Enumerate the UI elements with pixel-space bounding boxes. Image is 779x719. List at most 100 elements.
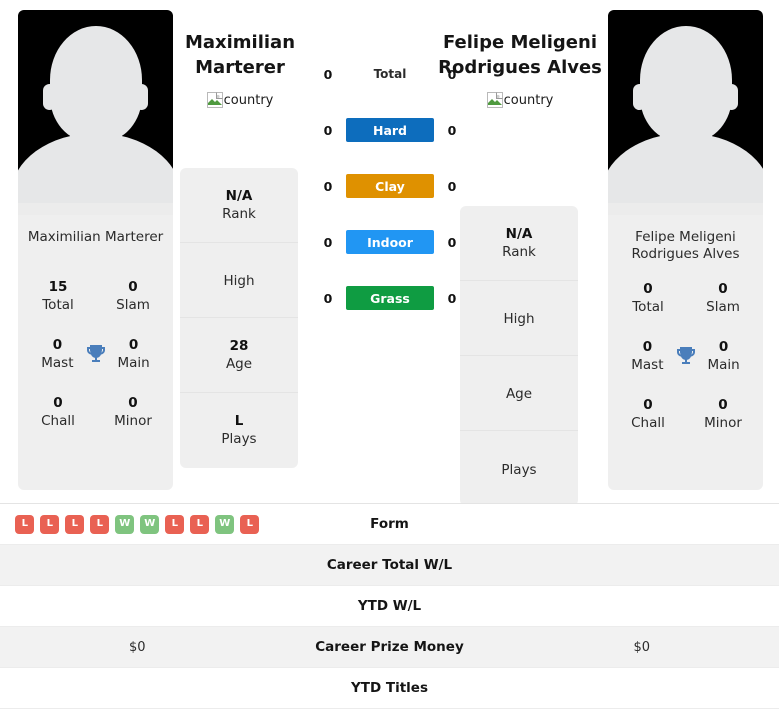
form-badge-loss: L [190, 514, 210, 534]
titles-grid-left: 15 Total 0 Slam 0 Mast 0 Main 0 Chall 0 … [18, 263, 173, 490]
career-prize-money-left: $0 [128, 639, 146, 655]
comparison-header: Maximilian Marterer 15 Total 0 Slam 0 Ma… [0, 0, 779, 506]
surface-count-right: 0 [447, 234, 457, 250]
titles-cell-total-left: 15 Total [32, 279, 84, 314]
info-label: Age [505, 386, 533, 402]
titles-row: 0 Mast 0 Main [18, 325, 173, 383]
titles-label: Main [117, 354, 150, 371]
titles-value: 0 [643, 280, 653, 297]
titles-value: 0 [643, 396, 653, 413]
titles-cell-main-right: 0 Main [698, 339, 749, 374]
titles-cell-chall-right: 0 Chall [622, 397, 674, 432]
comparison-table: LLLLWWLLWL Form Career Total W/L YTD W/L… [0, 503, 779, 709]
info-cell-plays-left: L Plays [180, 393, 298, 468]
form-badge-loss: L [240, 514, 260, 534]
titles-value: 0 [642, 338, 653, 355]
table-row-label: YTD W/L [357, 598, 422, 614]
info-label: High [223, 273, 255, 289]
player-comparison-page: Maximilian Marterer 15 Total 0 Slam 0 Ma… [0, 0, 779, 719]
table-row-label: YTD Titles [351, 680, 428, 696]
country-flag-alt-text: country [223, 92, 274, 108]
info-cell-plays-right: Plays [460, 431, 578, 506]
form-badge-loss: L [65, 514, 85, 534]
player-info-card-left: N/A Rank High 28 Age L Plays [180, 168, 298, 468]
surface-label-indoor: Indoor [346, 230, 434, 254]
page-title-left-line1: Maximilian [184, 32, 296, 53]
titles-value: 0 [718, 280, 728, 297]
titles-label: Main [707, 356, 740, 373]
form-badge-loss: L [40, 514, 60, 534]
player-photo-card-right: Felipe Meligeni Rodrigues Alves 0 Total … [608, 10, 763, 490]
surface-row-total: 0 Total 0 [300, 60, 480, 88]
titles-cell-slam-left: 0 Slam [107, 279, 159, 314]
titles-cell-main-left: 0 Main [108, 337, 159, 372]
broken-image-icon [206, 92, 223, 108]
form-badge-loss: L [15, 514, 35, 534]
avatar-silhouette-ear-right-icon [725, 84, 738, 110]
titles-value: 0 [718, 338, 729, 355]
player-photo-right [608, 10, 763, 215]
info-label: Rank [222, 205, 256, 222]
table-row: YTD Titles [0, 668, 779, 709]
info-label: Age [225, 355, 253, 372]
table-row: Career Total W/L [0, 545, 779, 586]
titles-grid-right: 0 Total 0 Slam 0 Mast 0 Main 0 Chall 0 M… [608, 265, 763, 490]
titles-cell-total-right: 0 Total [622, 281, 674, 316]
surface-label-total: Total [373, 67, 407, 81]
surface-row-clay: 0 Clay 0 [300, 172, 480, 200]
avatar-silhouette-ear-left-icon [43, 84, 56, 110]
player-card-right: Felipe Meligeni Rodrigues Alves 0 Total … [608, 10, 763, 490]
titles-label: Slam [706, 298, 740, 315]
titles-cell-minor-right: 0 Minor [697, 397, 749, 432]
titles-row: 0 Chall 0 Minor [18, 383, 173, 441]
titles-row: 0 Total 0 Slam [608, 269, 763, 327]
player-card-name-left: Maximilian Marterer [27, 229, 164, 245]
surface-row-indoor: 0 Indoor 0 [300, 228, 480, 256]
info-label: Plays [501, 461, 537, 478]
info-cell-high-left: High [180, 243, 298, 318]
table-row-label: Form [370, 516, 409, 532]
info-value: 28 [229, 337, 249, 354]
form-badge-loss: L [90, 514, 110, 534]
titles-label: Slam [116, 296, 150, 313]
surface-head-to-head: 0 Total 0 0 Hard 0 0 Clay 0 0 Indoor 0 0 [300, 60, 480, 312]
photo-bottom-fade [608, 203, 763, 215]
table-row-label: Career Prize Money [315, 639, 464, 655]
titles-cell-minor-left: 0 Minor [107, 395, 159, 430]
form-badge-loss: L [165, 514, 185, 534]
avatar-silhouette-ear-right-icon [135, 84, 148, 110]
surface-count-right: 0 [447, 290, 457, 306]
player-card-name-right: Felipe Meligeni Rodrigues Alves [631, 229, 740, 262]
titles-cell-mast-right: 0 Mast [622, 339, 673, 374]
form-badge-win: W [215, 514, 235, 534]
info-cell-age-right: Age [460, 356, 578, 431]
titles-value: 0 [128, 278, 138, 295]
titles-label: Minor [114, 412, 152, 429]
titles-value: 0 [52, 336, 63, 353]
surface-count-left: 0 [323, 66, 333, 82]
surface-count-right: 0 [447, 122, 457, 138]
surface-row-hard: 0 Hard 0 [300, 116, 480, 144]
titles-cell-mast-left: 0 Mast [32, 337, 83, 372]
titles-value: 0 [53, 394, 63, 411]
avatar-silhouette-head-icon [639, 26, 732, 142]
broken-image-icon [486, 92, 503, 108]
form-cell-left: LLLLWWLLWL [0, 514, 275, 534]
titles-label: Chall [41, 412, 75, 429]
info-label: Plays [221, 431, 257, 447]
form-badge-win: W [115, 514, 135, 534]
table-row: LLLLWWLLWL Form [0, 504, 779, 545]
titles-cell-chall-left: 0 Chall [32, 395, 84, 430]
titles-label: Total [42, 296, 74, 313]
surface-count-right: 0 [447, 178, 457, 194]
surface-count-left: 0 [323, 290, 333, 306]
info-label: High [503, 311, 535, 327]
titles-label: Total [632, 298, 664, 315]
country-flag-alt-text: country [503, 92, 554, 108]
info-label: Rank [502, 243, 536, 260]
surface-count-left: 0 [323, 178, 333, 194]
info-value: N/A [505, 225, 533, 242]
trophy-icon [83, 341, 108, 367]
table-row-label: Career Total W/L [326, 557, 453, 573]
surface-label-hard: Hard [346, 118, 434, 142]
